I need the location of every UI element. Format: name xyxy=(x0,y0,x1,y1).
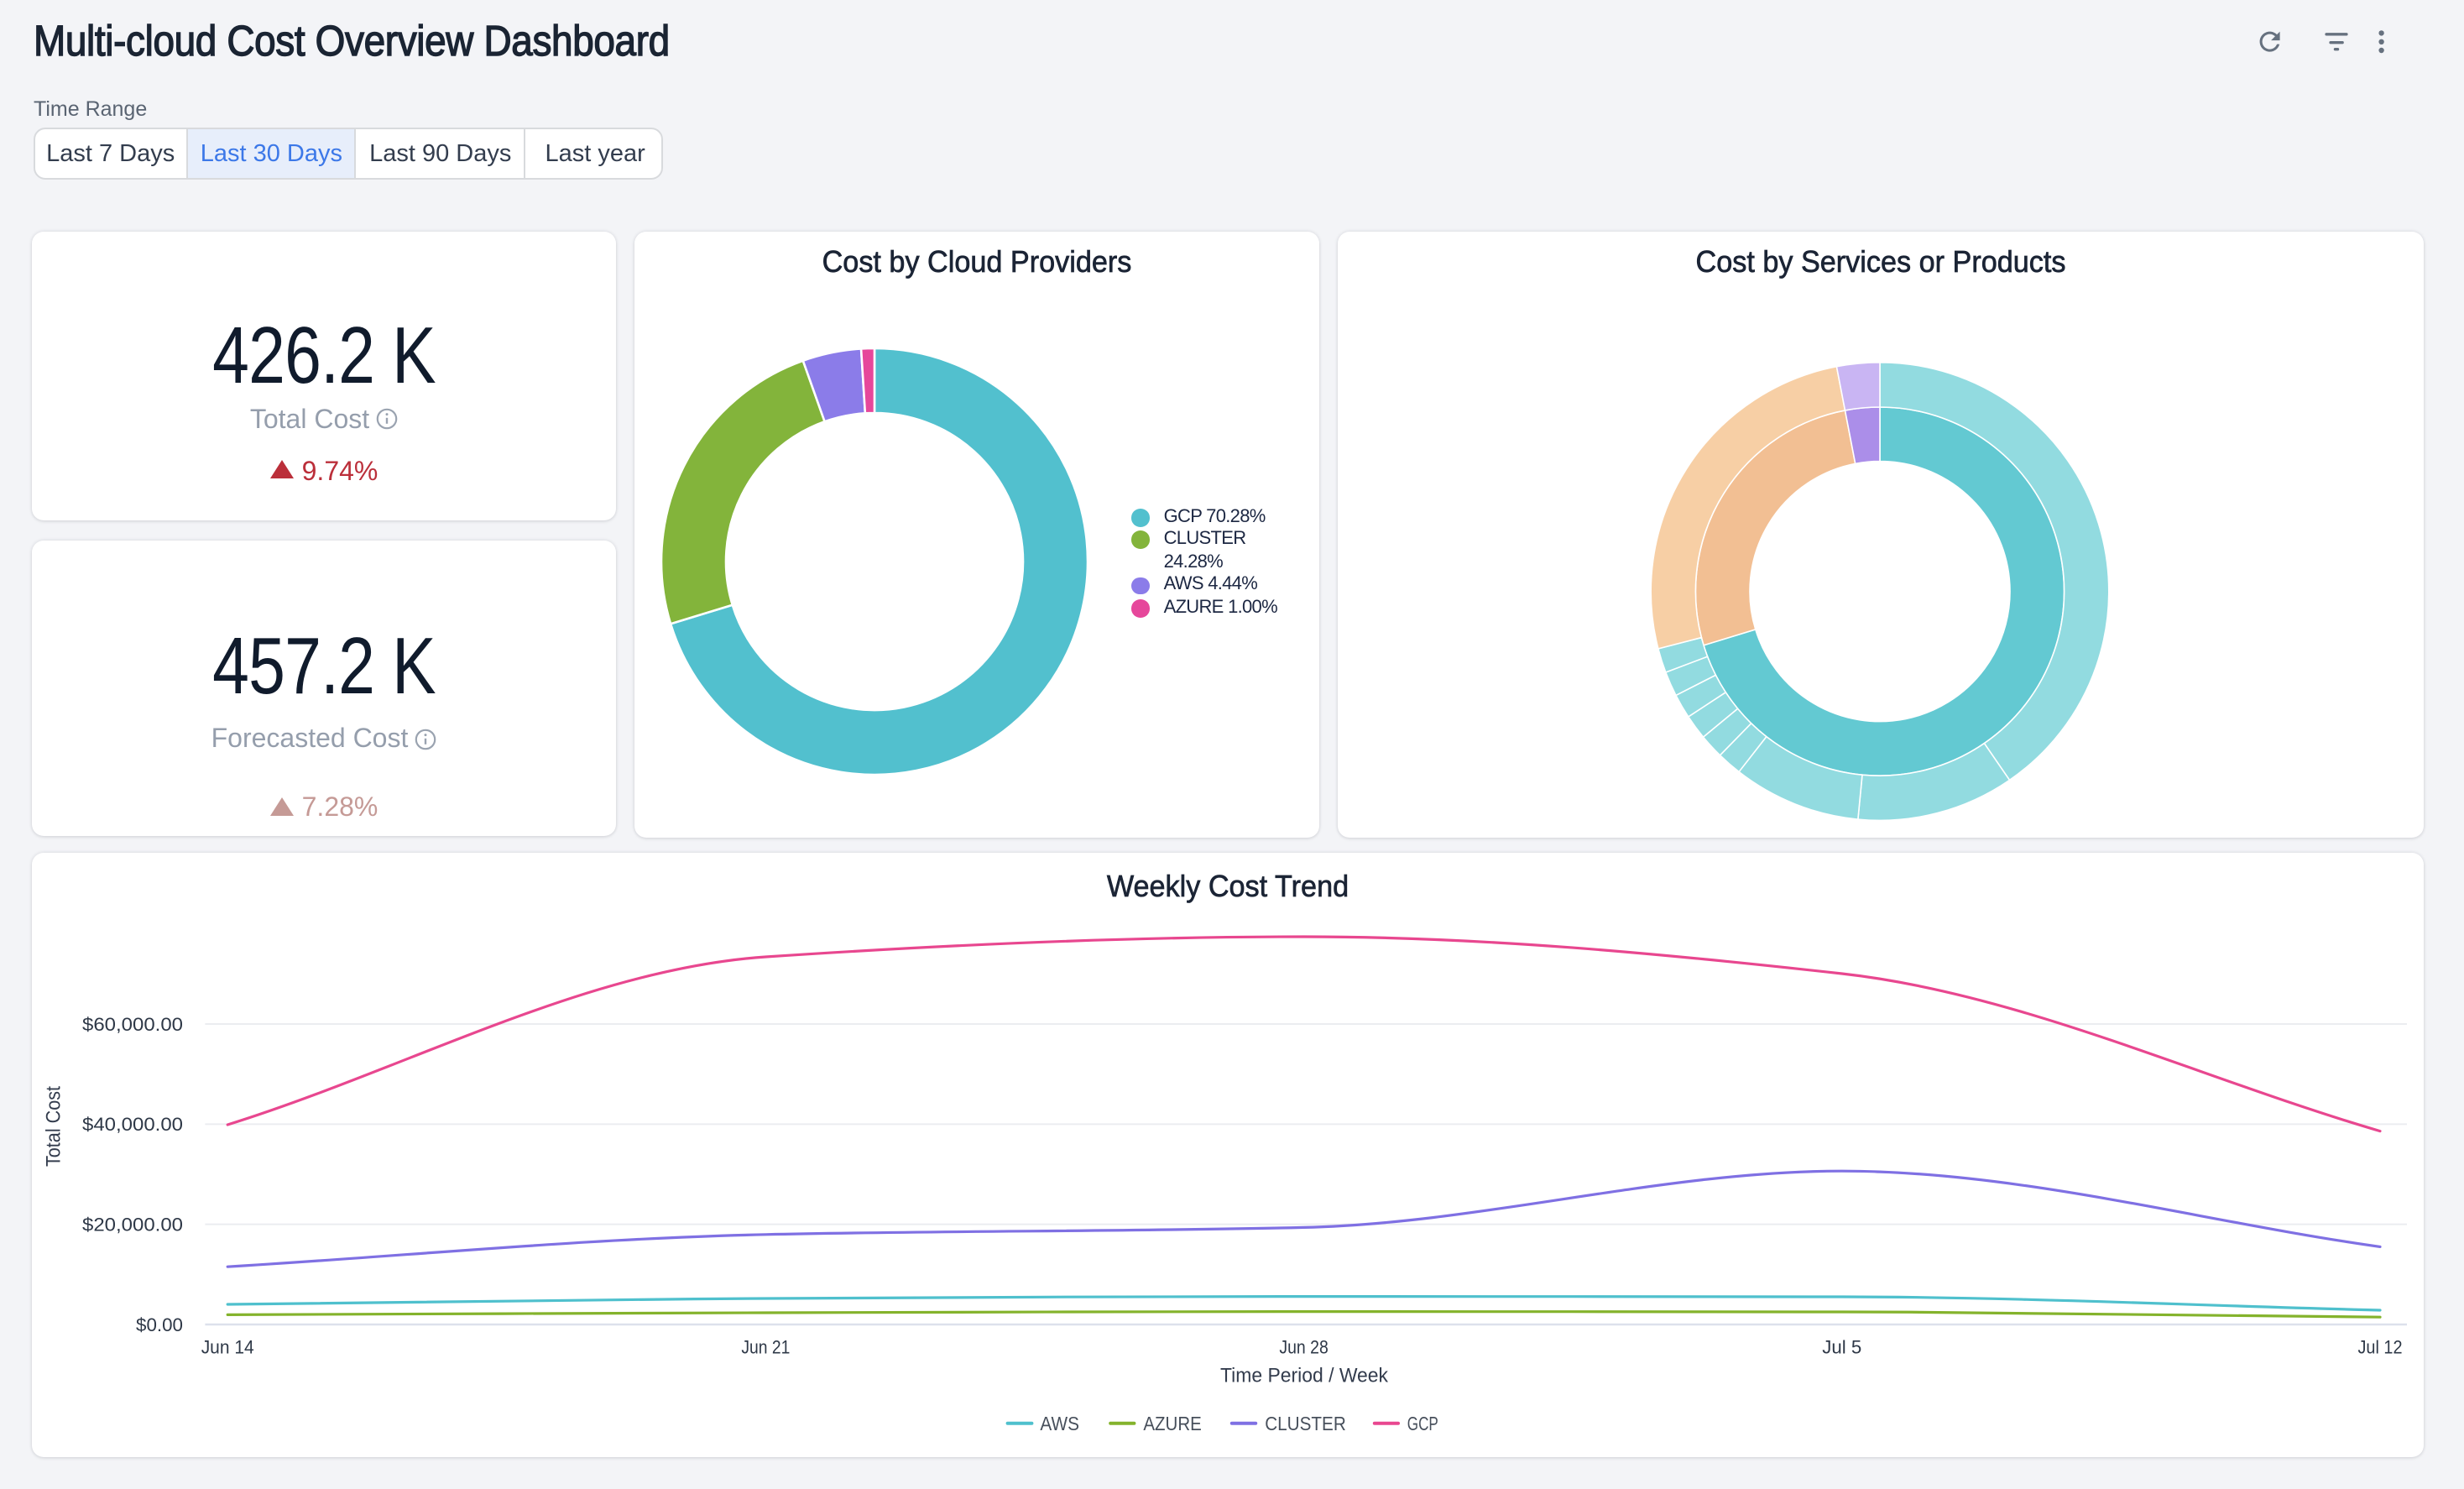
svg-text:Jun 28: Jun 28 xyxy=(1279,1337,1328,1358)
svg-text:$60,000.00: $60,000.00 xyxy=(82,1014,183,1035)
svg-text:Jul 5: Jul 5 xyxy=(1822,1337,1861,1358)
svg-text:AZURE: AZURE xyxy=(1143,1413,1201,1434)
svg-text:$40,000.00: $40,000.00 xyxy=(82,1114,183,1135)
svg-text:Time Period / Week: Time Period / Week xyxy=(1220,1365,1389,1387)
svg-text:Jun 14: Jun 14 xyxy=(201,1337,254,1358)
svg-text:AWS: AWS xyxy=(1040,1413,1079,1434)
svg-text:Jun 21: Jun 21 xyxy=(741,1337,790,1358)
svg-text:CLUSTER: CLUSTER xyxy=(1265,1413,1346,1434)
svg-text:$20,000.00: $20,000.00 xyxy=(82,1214,183,1235)
svg-text:Jul 12: Jul 12 xyxy=(2358,1337,2403,1358)
svg-text:$0.00: $0.00 xyxy=(136,1314,183,1335)
svg-text:GCP: GCP xyxy=(1407,1413,1438,1434)
svg-text:Total Cost: Total Cost xyxy=(42,1086,65,1167)
